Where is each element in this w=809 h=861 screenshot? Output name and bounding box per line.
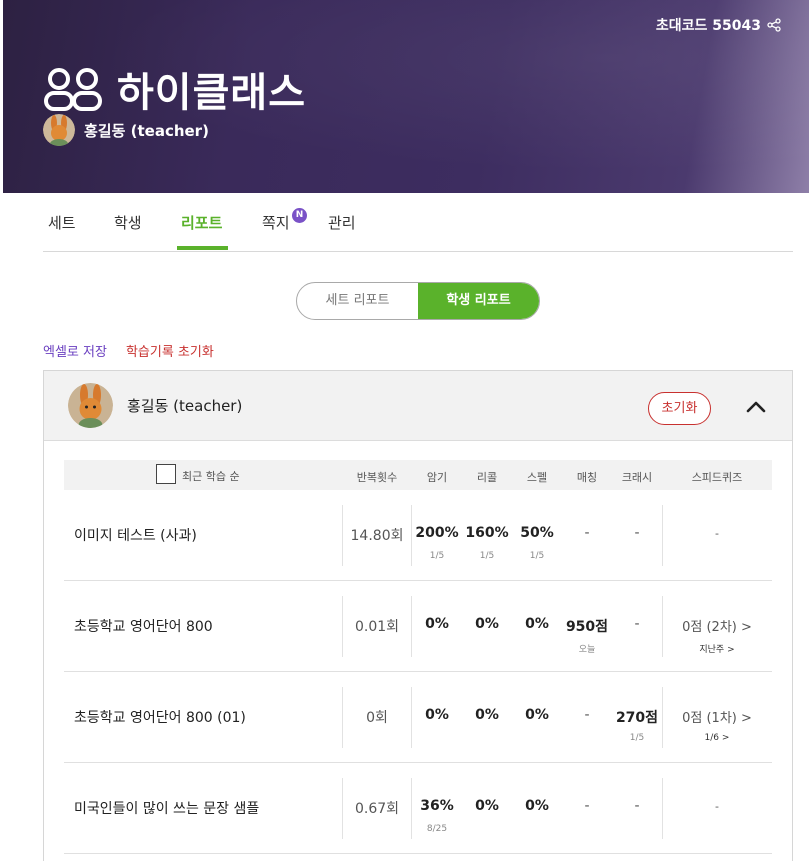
- column-header: 반복횟수: [356, 471, 398, 484]
- spell-detail: 1/5: [529, 551, 545, 561]
- speedquiz-score[interactable]: 0점 (2차) >: [666, 616, 768, 635]
- tab-manage[interactable]: 관리: [328, 212, 356, 233]
- column-header: 스피드퀴즈: [691, 471, 743, 484]
- divider: [411, 687, 412, 748]
- speedquiz-score[interactable]: 0점 (1차) >: [666, 707, 768, 726]
- repeat-count: 0회: [366, 710, 388, 726]
- class-owner: 홍길동 (teacher): [43, 114, 209, 146]
- export-excel-link[interactable]: 엑셀로 저장: [43, 341, 107, 360]
- divider: [662, 596, 663, 657]
- divider: [662, 687, 663, 748]
- student-avatar: [68, 383, 113, 428]
- divider: [411, 596, 412, 657]
- divider: [342, 778, 343, 839]
- student-report-button[interactable]: 학생 리포트: [418, 283, 539, 319]
- matching-score: -: [584, 798, 590, 814]
- tab-students[interactable]: 학생: [114, 212, 142, 233]
- divider: [342, 596, 343, 657]
- divider: [342, 687, 343, 748]
- column-header: 스펠: [526, 471, 548, 484]
- tab-messages[interactable]: 쪽지: [262, 212, 290, 233]
- owner-name: 홍길동 (teacher): [84, 121, 209, 140]
- invite-code[interactable]: 초대코드 55043: [656, 15, 781, 35]
- student-report-card: 홍길동 (teacher) 초기화 최근 학습 순 반복횟수 암기 리콜 스펠 …: [43, 370, 793, 861]
- sort-checkbox[interactable]: [156, 464, 176, 484]
- brand: 하이클래스: [43, 60, 306, 118]
- set-title[interactable]: 초등학교 영어단어 800 (01): [74, 707, 246, 727]
- report-type-toggle: 세트 리포트 학생 리포트: [296, 282, 540, 320]
- matching-score: -: [584, 525, 590, 541]
- divider: [662, 505, 663, 566]
- student-card-header: 홍길동 (teacher) 초기화: [44, 371, 792, 441]
- new-badge: N: [292, 208, 307, 223]
- student-name: 홍길동 (teacher): [127, 397, 243, 415]
- table-row[interactable]: 이미지 테스트 (사과) 14.80회 200% 1/5 160% 1/5 50…: [64, 490, 772, 581]
- chevron-up-icon[interactable]: [744, 397, 768, 417]
- people-icon: [44, 68, 102, 111]
- speedquiz-detail[interactable]: 지난주 >: [666, 642, 768, 655]
- table-row[interactable]: 초등학교 영어단어 800 0.01회 0% 0% 0% 950점 오늘 - 0…: [64, 581, 772, 672]
- divider: [411, 505, 412, 566]
- crash-score: 270점: [615, 710, 659, 726]
- crash-score: -: [634, 525, 640, 541]
- crash-detail: 1/5: [629, 733, 645, 743]
- avatar: [43, 114, 75, 146]
- table-row[interactable]: 미국인들이 많이 쓰는 문장 샘플 0.67회 36% 8/25 0% 0% -…: [64, 763, 772, 854]
- reset-button[interactable]: 초기화: [648, 392, 711, 425]
- divider: [342, 505, 343, 566]
- set-report-button[interactable]: 세트 리포트: [297, 283, 418, 319]
- invite-code-label: 초대코드 55043: [655, 18, 761, 34]
- recall-detail: 1/5: [479, 551, 495, 561]
- memorize-score: 36%: [420, 798, 454, 814]
- divider: [411, 778, 412, 839]
- recall-score: 0%: [475, 616, 499, 632]
- memorize-score: 0%: [425, 616, 449, 632]
- memorize-detail: 8/25: [426, 824, 448, 834]
- brand-name: 하이클래스: [117, 70, 306, 116]
- speedquiz-score[interactable]: -: [666, 800, 768, 813]
- tab-report[interactable]: 리포트: [181, 212, 222, 233]
- column-header: 리콜: [476, 471, 498, 484]
- spell-score: 50%: [520, 525, 554, 541]
- crash-score: -: [634, 616, 640, 632]
- matching-score: -: [584, 707, 590, 723]
- table-row[interactable]: 초등학교 영어단어 800 (01) 0회 0% 0% 0% - 270점 1/…: [64, 672, 772, 763]
- class-banner: 초대코드 55043 하이클래스 홍길동 (teacher): [3, 0, 809, 193]
- repeat-count: 0.67회: [354, 801, 400, 817]
- tab-set[interactable]: 세트: [48, 212, 76, 233]
- memorize-score: 200%: [415, 525, 459, 541]
- set-title[interactable]: 미국인들이 많이 쓰는 문장 샘플: [74, 798, 259, 818]
- memorize-score: 0%: [425, 707, 449, 723]
- set-title[interactable]: 초등학교 영어단어 800: [74, 616, 213, 636]
- recall-score: 160%: [465, 525, 509, 541]
- action-links: 엑셀로 저장 학습기록 초기화: [43, 341, 214, 360]
- repeat-count: 0.01회: [354, 619, 400, 635]
- recall-score: 0%: [475, 707, 499, 723]
- spell-score: 0%: [525, 798, 549, 814]
- sort-label: 최근 학습 순: [182, 470, 240, 483]
- matching-score: 950점: [565, 619, 609, 635]
- column-header: 크래시: [621, 471, 653, 484]
- matching-detail: 오늘: [578, 645, 596, 655]
- column-header: 암기: [426, 471, 448, 484]
- set-title[interactable]: 이미지 테스트 (사과): [74, 525, 197, 545]
- spell-score: 0%: [525, 707, 549, 723]
- speedquiz-detail[interactable]: 1/6 >: [666, 733, 768, 743]
- column-header: 매칭: [576, 471, 598, 484]
- share-icon[interactable]: [767, 18, 781, 32]
- recall-score: 0%: [475, 798, 499, 814]
- table-header: 최근 학습 순 반복횟수 암기 리콜 스펠 매칭 크래시 스피드퀴즈: [64, 460, 772, 490]
- spell-score: 0%: [525, 616, 549, 632]
- memorize-detail: 1/5: [429, 551, 445, 561]
- repeat-count: 14.80회: [350, 528, 404, 544]
- tab-bar: 세트 학생 리포트 쪽지 N 관리: [43, 195, 793, 252]
- divider: [662, 778, 663, 839]
- crash-score: -: [634, 798, 640, 814]
- active-tab-indicator: [177, 246, 228, 250]
- reset-records-link[interactable]: 학습기록 초기화: [126, 341, 214, 360]
- speedquiz-score[interactable]: -: [666, 527, 768, 540]
